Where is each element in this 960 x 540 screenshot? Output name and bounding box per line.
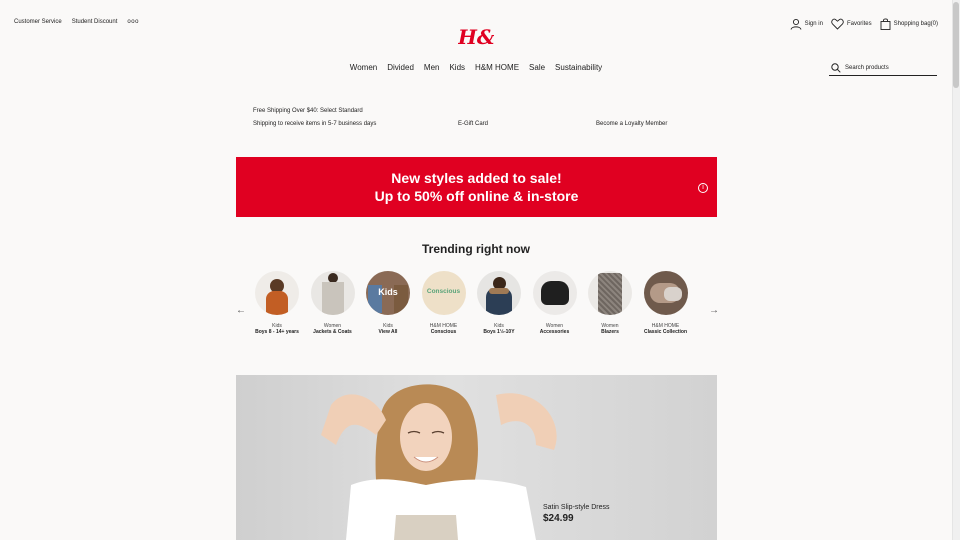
favorites-button[interactable]: Favorites (831, 18, 872, 30)
trending-label: View All (378, 329, 398, 335)
trending-label: Conscious (430, 329, 457, 335)
trending-item[interactable]: Women Jackets & Coats (310, 271, 355, 337)
shopping-bag-label: Shopping bag(0) (893, 21, 938, 27)
top-utility-links: Customer Service Student Discount ooo (14, 19, 139, 25)
trending-image (477, 271, 521, 315)
search-box[interactable]: Search products (829, 60, 937, 76)
shopping-bag-icon (880, 18, 891, 30)
carousel-prev-arrow-icon[interactable]: ← (236, 305, 246, 316)
trending-image (255, 271, 299, 315)
trending-label: Classic Collection (643, 329, 688, 335)
trending-image-text: Kids (378, 287, 398, 297)
trending-image: Conscious (421, 271, 466, 315)
hero-product-image[interactable]: Satin Slip-style Dress $24.99 (236, 375, 717, 540)
nav-item-divided[interactable]: Divided (387, 63, 414, 72)
search-icon (831, 62, 841, 73)
nav-item-sale[interactable]: Sale (529, 63, 545, 72)
carousel-next-arrow-icon[interactable]: → (709, 305, 719, 316)
customer-service-link[interactable]: Customer Service (14, 19, 62, 25)
trending-image (310, 271, 355, 315)
nav-item-hm-home[interactable]: H&M HOME (475, 63, 519, 72)
user-icon (790, 18, 802, 30)
trending-label: Boys 8 - 14+ years (255, 329, 299, 335)
trending-image: Kids (366, 271, 410, 315)
trending-title: Trending right now (422, 242, 530, 256)
free-shipping-link[interactable]: Free Shipping Over $40: Select Standard … (253, 105, 383, 131)
student-discount-link[interactable]: Student Discount (72, 19, 118, 25)
search-placeholder: Search products (845, 64, 889, 71)
trending-carousel: Kids Boys 8 - 14+ years Women Jackets & … (255, 271, 688, 337)
loyalty-member-link[interactable]: Become a Loyalty Member (596, 118, 667, 131)
trending-item[interactable]: Kids Boys 1½-10Y (477, 271, 521, 337)
trending-image (532, 271, 577, 315)
trending-image (643, 271, 688, 315)
banner-line-2: Up to 50% off online & in-store (374, 188, 579, 204)
trending-image (588, 271, 632, 315)
sale-banner[interactable]: New styles added to sale! Up to 50% off … (236, 157, 717, 217)
sign-in-button[interactable]: Sign in (790, 18, 823, 30)
hero-product-price: $24.99 (543, 513, 574, 524)
trending-label: Boys 1½-10Y (483, 329, 515, 335)
trending-label: Jackets & Coats (313, 329, 352, 335)
trending-item[interactable]: Women Accessories (532, 271, 577, 337)
page-scrollbar[interactable] (952, 0, 960, 540)
scrollbar-thumb[interactable] (953, 2, 959, 88)
shopping-bag-button[interactable]: Shopping bag(0) (880, 18, 938, 30)
hero-product-name[interactable]: Satin Slip-style Dress (543, 504, 610, 511)
banner-line-1: New styles added to sale! (391, 170, 562, 186)
sign-in-label: Sign in (804, 21, 823, 27)
heart-icon (831, 18, 844, 30)
nav-item-sustainability[interactable]: Sustainability (555, 63, 602, 72)
trending-item[interactable]: H&M HOME Classic Collection (643, 271, 688, 337)
trending-label: Blazers (601, 329, 619, 335)
e-gift-card-link[interactable]: E-Gift Card (458, 118, 488, 131)
more-links-button[interactable]: ooo (127, 19, 139, 25)
trending-image-text: Conscious (426, 288, 461, 295)
account-actions: Sign in Favorites Shopping bag(0) (790, 18, 938, 30)
trending-item[interactable]: Women Blazers (588, 271, 632, 337)
nav-item-men[interactable]: Men (424, 63, 440, 72)
trending-item[interactable]: Kids Kids View All (366, 271, 410, 337)
nav-item-women[interactable]: Women (350, 63, 377, 72)
trending-item[interactable]: Kids Boys 8 - 14+ years (255, 271, 299, 337)
hero-model-illustration (321, 384, 557, 540)
trending-item[interactable]: Conscious H&M HOME Conscious (421, 271, 466, 337)
info-icon[interactable]: i (698, 183, 708, 193)
hm-logo[interactable]: H&M (458, 26, 494, 48)
main-nav: Women Divided Men Kids H&M HOME Sale Sus… (0, 63, 952, 72)
nav-item-kids[interactable]: Kids (449, 63, 465, 72)
trending-label: Accessories (539, 329, 570, 335)
logo-text: H&M (458, 26, 494, 48)
favorites-label: Favorites (846, 21, 872, 27)
